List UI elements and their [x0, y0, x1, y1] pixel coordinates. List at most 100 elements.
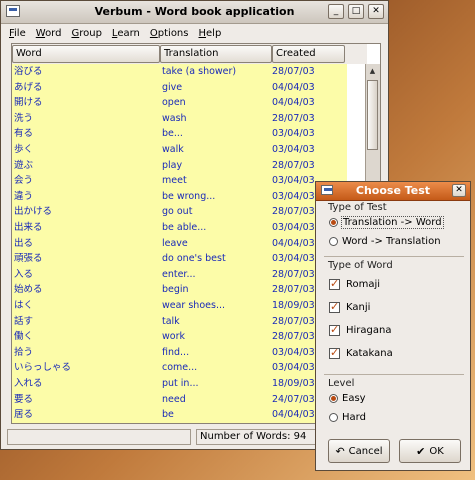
cancel-button[interactable]: ↶ Cancel	[328, 439, 390, 463]
checkbox-label: Kanji	[346, 302, 371, 313]
translation-cell: come...	[162, 362, 198, 374]
table-row[interactable]: 拾う find... 03/04/03	[12, 345, 347, 361]
table-row[interactable]: 有る be... 03/04/03	[12, 126, 347, 142]
column-header-translation[interactable]: Translation	[160, 45, 272, 63]
menu-label: roup	[79, 28, 102, 39]
radio-word-translation[interactable]: Word -> Translation	[329, 236, 441, 247]
table-row[interactable]: 居る be 04/04/03	[12, 407, 347, 423]
dialog-title-bar[interactable]: Choose Test ✕	[316, 182, 470, 201]
checkbox-checked-icon	[329, 346, 340, 359]
checkbox-kanji[interactable]: Kanji	[329, 300, 371, 313]
word-cell: 頑張る	[14, 253, 43, 265]
table-row[interactable]: 出かける go out 28/07/03	[12, 204, 347, 220]
menu-mnemonic: O	[149, 28, 158, 39]
translation-cell: meet	[162, 175, 187, 187]
word-cell: 有る	[14, 128, 34, 140]
table-row[interactable]: 頑張る do one's best 03/04/03	[12, 251, 347, 267]
table-row[interactable]: 働く work 28/07/03	[12, 329, 347, 345]
table-row[interactable]: 会う meet 03/04/03	[12, 173, 347, 189]
radio-label: Word -> Translation	[342, 236, 441, 247]
created-cell: 24/07/03	[272, 393, 315, 405]
ok-label: OK	[429, 445, 444, 457]
table-row[interactable]: 入る enter... 28/07/03	[12, 267, 347, 283]
created-cell: 04/04/03	[272, 237, 315, 249]
table-row[interactable]: はく wear shoes... 18/09/03	[12, 298, 347, 314]
created-cell: 03/04/03	[272, 222, 315, 233]
radio-translation-word[interactable]: Translation -> Word	[329, 216, 444, 229]
table-row[interactable]: 始める begin 28/07/03	[12, 282, 347, 298]
menu-item[interactable]: Learn	[112, 28, 140, 39]
created-cell: 28/07/03	[272, 159, 315, 171]
table-row[interactable]: 遊ぶ play 28/07/03	[12, 158, 347, 174]
column-header-created[interactable]: Created	[272, 45, 345, 63]
menu-label: elp	[206, 28, 222, 39]
table-row[interactable]: 要る need 24/07/03	[12, 392, 347, 408]
table-row[interactable]: 開ける open 04/04/03	[12, 95, 347, 111]
word-cell: あげる	[14, 81, 43, 93]
translation-cell: put in...	[162, 378, 199, 389]
checkbox-checked-icon	[329, 277, 340, 290]
radio-off-icon	[329, 413, 338, 422]
created-cell: 04/04/03	[272, 97, 315, 109]
maximize-button[interactable]: □	[348, 4, 364, 19]
radio-hard[interactable]: Hard	[329, 412, 366, 423]
close-button[interactable]: ✕	[368, 4, 384, 19]
word-cell: 居る	[14, 409, 34, 421]
test-type-label: Type of Test	[328, 202, 387, 213]
radio-easy[interactable]: Easy	[329, 393, 366, 404]
table-row[interactable]: 出る leave 04/04/03	[12, 236, 347, 252]
translation-cell: be	[162, 409, 174, 421]
translation-cell: talk	[162, 315, 180, 327]
scroll-up-icon[interactable]: ▲	[367, 65, 378, 78]
ok-button[interactable]: ✔ OK	[399, 439, 461, 463]
dialog-close-button[interactable]: ✕	[452, 184, 466, 197]
table-row[interactable]: 入れる put in... 18/09/03	[12, 376, 347, 392]
created-cell: 28/07/03	[272, 206, 315, 218]
menu-item[interactable]: Options	[150, 28, 189, 39]
menu-item[interactable]: Group	[71, 28, 101, 39]
table-row[interactable]: あげる give 04/04/03	[12, 80, 347, 96]
checkbox-hiragana[interactable]: Hiragana	[329, 323, 392, 336]
created-cell: 28/07/03	[272, 112, 315, 124]
table-row[interactable]: 浴びる take (a shower) 28/07/03	[12, 64, 347, 80]
minimize-button[interactable]: _	[328, 4, 344, 19]
separator	[324, 256, 464, 257]
translation-cell: walk	[162, 144, 184, 155]
table-row[interactable]: 違う be wrong... 03/04/03	[12, 189, 347, 205]
created-cell: 28/07/03	[272, 268, 315, 280]
translation-cell: find...	[162, 346, 190, 358]
menu-item[interactable]: File	[9, 28, 26, 39]
checkbox-romaji[interactable]: Romaji	[329, 277, 380, 290]
translation-cell: wear shoes...	[162, 300, 225, 311]
scrollbar-thumb[interactable]	[367, 80, 378, 150]
word-cell: 浴びる	[14, 66, 43, 77]
translation-cell: leave	[162, 237, 188, 249]
created-cell: 28/07/03	[272, 284, 315, 296]
checkmark-icon: ✔	[416, 444, 426, 458]
menu-label: earn	[117, 28, 140, 39]
translation-cell: open	[162, 97, 186, 109]
table-row[interactable]: 出来る be able... 03/04/03	[12, 220, 347, 236]
translation-cell: enter...	[162, 268, 196, 280]
table-row[interactable]: 話す talk 28/07/03	[12, 314, 347, 330]
translation-cell: wash	[162, 112, 187, 124]
menu-item[interactable]: Help	[198, 28, 221, 39]
table-row[interactable]: いらっしゃる come... 03/04/03	[12, 360, 347, 376]
checkbox-katakana[interactable]: Katakana	[329, 346, 393, 359]
column-header-word[interactable]: Word	[12, 45, 160, 63]
table-row[interactable]: 洗う wash 28/07/03	[12, 111, 347, 127]
translation-cell: play	[162, 159, 183, 171]
menu-item[interactable]: Word	[36, 28, 62, 39]
radio-label: Hard	[342, 412, 366, 423]
word-type-label: Type of Word	[328, 260, 393, 271]
word-cell: 歩く	[14, 144, 34, 155]
title-bar[interactable]: Verbum - Word book application _ □ ✕	[1, 1, 388, 24]
word-cell: 入る	[14, 268, 34, 280]
checkbox-label: Hiragana	[346, 325, 392, 336]
menu-mnemonic: H	[198, 28, 207, 39]
word-cell: 要る	[14, 393, 34, 405]
word-cell: 始める	[14, 284, 43, 296]
table-row[interactable]: 歩く walk 03/04/03	[12, 142, 347, 158]
word-rows: 浴びる take (a shower) 28/07/03 あげる give 04/04/0…	[12, 64, 347, 423]
created-cell: 03/04/03	[272, 128, 315, 140]
